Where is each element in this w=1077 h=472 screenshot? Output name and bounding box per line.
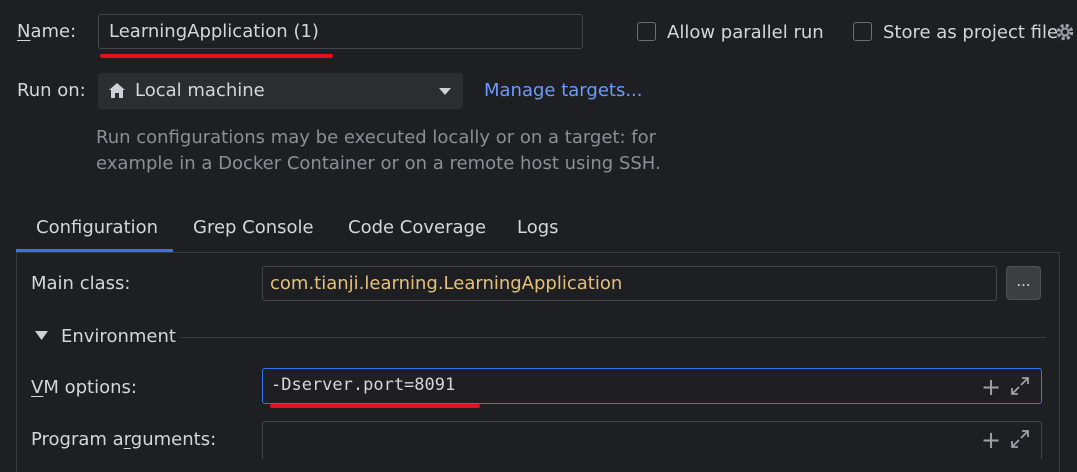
vm-options-field[interactable]: -Dserver.port=8091 + <box>262 368 1042 404</box>
name-field[interactable]: LearningApplication (1) <box>98 14 583 49</box>
add-icon[interactable]: + <box>981 428 1001 452</box>
run-on-label: Run on: <box>17 80 86 101</box>
expand-icon[interactable] <box>1011 430 1029 448</box>
store-project-label: Store as project file <box>883 22 1059 43</box>
collapse-triangle-icon[interactable] <box>35 331 48 340</box>
run-on-hint-line2: example in a Docker Container or on a re… <box>96 153 661 174</box>
allow-parallel-checkbox[interactable] <box>637 22 656 41</box>
run-on-selected: Local machine <box>135 80 265 101</box>
environment-divider <box>180 337 1046 338</box>
program-arguments-field[interactable]: + <box>262 421 1042 459</box>
run-on-hint-line1: Run configurations may be executed local… <box>96 127 657 148</box>
main-class-label: Main class: <box>31 273 131 294</box>
main-class-field[interactable]: com.tianji.learning.LearningApplication <box>262 266 997 301</box>
program-arguments-label: Program arguments: <box>31 429 217 450</box>
add-icon[interactable]: + <box>981 375 1001 399</box>
store-project-checkbox[interactable] <box>853 22 872 41</box>
vm-options-label: VM options: <box>31 377 137 398</box>
environment-section-title[interactable]: Environment <box>61 326 176 347</box>
name-highlight-underline <box>100 54 333 58</box>
tab-grep-console[interactable]: Grep Console <box>193 217 314 238</box>
manage-targets-link[interactable]: Manage targets... <box>484 80 643 101</box>
allow-parallel-label: Allow parallel run <box>667 22 824 43</box>
run-on-dropdown[interactable]: Local machine <box>98 73 463 109</box>
name-value: LearningApplication (1) <box>109 21 319 42</box>
environment-label: Environment <box>61 326 176 347</box>
chevron-down-icon <box>439 88 451 95</box>
tab-code-coverage[interactable]: Code Coverage <box>348 217 486 238</box>
gear-icon[interactable] <box>1055 22 1075 42</box>
tab-configuration[interactable]: Configuration <box>36 217 158 238</box>
browse-main-class-button[interactable]: ... <box>1006 266 1041 300</box>
tab-logs[interactable]: Logs <box>517 217 559 238</box>
browse-label: ... <box>1016 272 1031 290</box>
name-label: Name: <box>17 21 77 42</box>
main-class-value: com.tianji.learning.LearningApplication <box>270 273 623 294</box>
expand-icon[interactable] <box>1011 377 1029 395</box>
vm-options-highlight-underline <box>270 404 480 408</box>
home-icon <box>109 83 125 98</box>
vm-options-value: -Dserver.port=8091 <box>271 375 456 395</box>
